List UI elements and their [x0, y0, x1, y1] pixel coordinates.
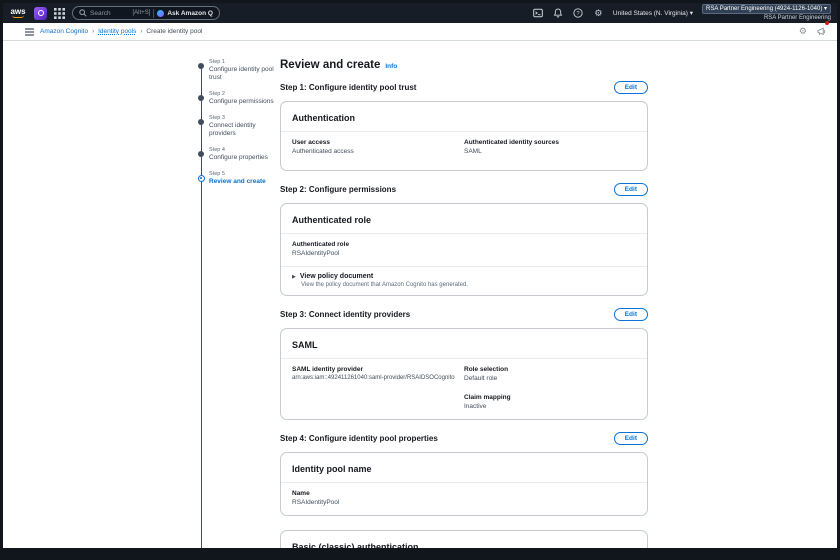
- wizard-step-2[interactable]: Step 2 Configure permissions: [209, 91, 280, 106]
- settings-gear-icon[interactable]: ⚙: [593, 8, 604, 19]
- wizard-step-3[interactable]: Step 3 Connect identity providers: [209, 115, 280, 138]
- authenticated-role-card: Authenticated role Authenticated role RS…: [280, 203, 648, 296]
- card-header-identity-pool-name: Identity pool name: [292, 464, 372, 474]
- step-bullet-active: [198, 175, 205, 182]
- edit-step1-button[interactable]: Edit: [614, 81, 648, 94]
- page-title: Review and create: [280, 59, 380, 71]
- breadcrumb: Amazon Cognito › Identity pools › Create…: [40, 28, 202, 35]
- global-search[interactable]: [Alt+S] Ask Amazon Q: [72, 6, 220, 20]
- account-menu[interactable]: RSA Partner Engineering (4924-1126-1040)…: [702, 4, 831, 14]
- breadcrumb-bar: Amazon Cognito › Identity pools › Create…: [3, 23, 837, 41]
- card-header-authenticated-role: Authenticated role: [292, 215, 371, 225]
- authentication-card: Authentication User access Authenticated…: [280, 101, 648, 171]
- step-bullet: [198, 95, 204, 101]
- cognito-service-icon[interactable]: [34, 7, 47, 20]
- view-policy-expander[interactable]: ▶ View policy document View the policy d…: [281, 266, 647, 295]
- card-header-basic-auth: Basic (classic) authentication: [292, 542, 419, 552]
- field-label: Claim mapping: [464, 393, 636, 402]
- page-content: Step 1 Configure identity pool trust Ste…: [3, 41, 837, 560]
- field-label: Role selection: [464, 365, 636, 374]
- expander-description: View the policy document that Amazon Cog…: [301, 282, 636, 288]
- divider: [153, 9, 154, 18]
- field-label: Authenticated identity sources: [464, 138, 636, 147]
- step-bullet: [198, 119, 204, 125]
- section-title-step3: Step 3: Connect identity providers: [280, 310, 410, 319]
- feedback-megaphone-icon[interactable]: [817, 23, 827, 41]
- region-selector[interactable]: United States (N. Virginia) ▾: [613, 9, 693, 17]
- wizard-step-5-active[interactable]: Step 5 Review and create: [209, 171, 280, 186]
- amazon-q-icon: [157, 10, 164, 17]
- top-nav-bar: aws [Alt+S] Ask Amazon Q ?: [3, 3, 837, 23]
- edit-step3-button[interactable]: Edit: [614, 308, 648, 321]
- card-header-saml: SAML: [292, 340, 318, 350]
- help-icon[interactable]: ?: [573, 8, 584, 19]
- page-settings-gear-icon[interactable]: ⚙: [799, 26, 807, 37]
- identity-pool-name-card: Identity pool name Name RSAIdentityPool: [280, 452, 648, 516]
- section-title-step4: Step 4: Configure identity pool properti…: [280, 434, 438, 443]
- info-link[interactable]: Info: [385, 63, 397, 70]
- breadcrumb-separator: ›: [92, 29, 94, 35]
- expander-title: View policy document: [300, 273, 373, 280]
- notification-dot: [825, 21, 829, 25]
- search-input[interactable]: [90, 10, 130, 17]
- field-label: Authenticated role: [292, 240, 636, 249]
- services-grid-icon[interactable]: [54, 8, 65, 19]
- cloudshell-icon[interactable]: [533, 8, 544, 19]
- aws-logo[interactable]: aws: [9, 8, 27, 18]
- saml-provider-arn: arn:aws:iam::492411261040:saml-provider/…: [292, 374, 464, 383]
- section-title-step2: Step 2: Configure permissions: [280, 185, 396, 194]
- main-panel: Review and create Info Step 1: Configure…: [280, 59, 648, 560]
- saml-card: SAML SAML identity provider arn:aws:iam:…: [280, 328, 648, 420]
- breadcrumb-identity-pools[interactable]: Identity pools: [98, 28, 136, 35]
- search-icon: [79, 9, 87, 17]
- card-header-authentication: Authentication: [292, 113, 355, 123]
- wizard-steps-nav: Step 1 Configure identity pool trust Ste…: [198, 59, 280, 560]
- svg-text:?: ?: [577, 11, 581, 17]
- wizard-step-4[interactable]: Step 4 Configure properties: [209, 147, 280, 162]
- ask-amazon-q-button[interactable]: Ask Amazon Q: [157, 10, 215, 17]
- field-value: Authenticated access: [292, 147, 464, 156]
- step-bullet: [198, 63, 204, 69]
- edit-step4-button[interactable]: Edit: [614, 432, 648, 445]
- expander-caret-icon: ▶: [292, 274, 296, 280]
- field-value: RSAIdentityPool: [292, 498, 636, 507]
- field-value: Default role: [464, 374, 636, 383]
- step-bullet: [198, 151, 204, 157]
- field-value: SAML: [464, 147, 636, 156]
- search-shortcut-hint: [Alt+S]: [133, 10, 151, 16]
- edit-step2-button[interactable]: Edit: [614, 183, 648, 196]
- breadcrumb-amazon-cognito[interactable]: Amazon Cognito: [40, 28, 88, 35]
- field-label: User access: [292, 138, 464, 147]
- section-title-step1: Step 1: Configure identity pool trust: [280, 83, 416, 92]
- steps-rail: [201, 65, 203, 560]
- breadcrumb-separator: ›: [140, 29, 142, 35]
- aws-smile-icon: [12, 15, 24, 18]
- app-window: aws [Alt+S] Ask Amazon Q ?: [0, 0, 840, 560]
- notifications-bell-icon[interactable]: [553, 8, 564, 19]
- wizard-step-1[interactable]: Step 1 Configure identity pool trust: [209, 59, 280, 82]
- field-label: SAML identity provider: [292, 365, 464, 374]
- field-value: RSAIdentityPool: [292, 249, 636, 258]
- field-value: Inactive: [464, 402, 636, 411]
- hamburger-menu-icon[interactable]: [25, 28, 34, 36]
- basic-auth-card: Basic (classic) authentication Basic aut…: [280, 530, 648, 560]
- account-name-label: RSA Partner Engineering: [764, 14, 831, 22]
- field-label: Name: [292, 489, 636, 498]
- breadcrumb-current: Create identity pool: [146, 28, 202, 35]
